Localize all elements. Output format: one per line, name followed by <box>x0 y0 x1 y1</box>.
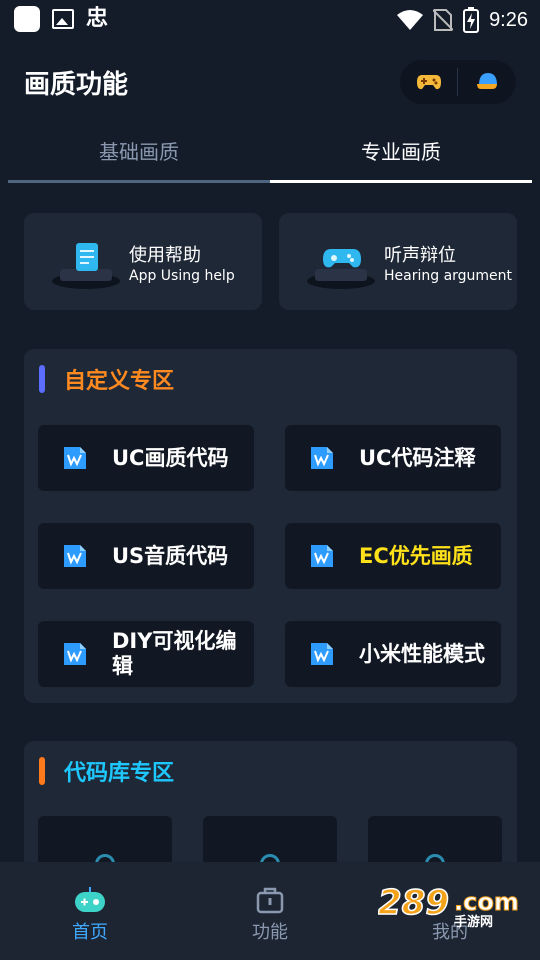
tile-label: UC代码注释 <box>359 445 476 470</box>
tile-uc-code-notes[interactable]: UC代码注释 <box>285 425 501 491</box>
tile-ec-priority-quality[interactable]: EC优先画质 <box>285 523 501 589</box>
wps-document-icon <box>64 447 86 469</box>
tile-label: US音质代码 <box>112 543 229 568</box>
svg-text:手游网: 手游网 <box>454 914 493 930</box>
briefcase-icon <box>256 887 284 914</box>
tab-basic-quality[interactable]: 基础画质 <box>8 120 270 180</box>
help-card-usage[interactable]: 使用帮助 App Using help <box>24 213 262 310</box>
svg-text:289: 289 <box>378 883 449 923</box>
bell-icon <box>477 73 497 89</box>
game-mode-button[interactable] <box>400 60 458 104</box>
nav-label: 首页 <box>72 922 108 943</box>
wps-document-icon <box>311 643 333 665</box>
notification-button[interactable] <box>458 60 516 104</box>
tab-indicator-active <box>270 180 532 183</box>
app-header: 画质功能 <box>0 50 540 114</box>
tile-xiaomi-performance[interactable]: 小米性能模式 <box>285 621 501 687</box>
wps-document-icon <box>64 545 86 567</box>
wps-document-icon <box>64 643 86 665</box>
app-notification-icon <box>14 6 40 32</box>
header-action-capsule <box>400 60 516 104</box>
tile-label: UC画质代码 <box>112 445 229 470</box>
no-sim-icon <box>433 9 454 31</box>
tile-label: DIY可视化编辑 <box>112 629 237 678</box>
nav-label: 功能 <box>252 922 288 943</box>
section-accent-bar <box>39 365 45 393</box>
help-card-subtitle: Hearing argument <box>384 268 513 284</box>
wps-document-icon <box>311 447 333 469</box>
help-document-icon <box>52 243 120 289</box>
battery-charging-icon <box>463 7 480 33</box>
nav-home[interactable]: 首页 <box>0 862 180 960</box>
watermark-logo: 289 .com 手游网 <box>378 882 519 930</box>
section-title: 代码库专区 <box>64 761 175 786</box>
page-title: 画质功能 <box>24 70 129 100</box>
tile-us-audio-code[interactable]: US音质代码 <box>38 523 254 589</box>
section-title: 自定义专区 <box>64 369 175 394</box>
image-notification-icon <box>52 9 74 29</box>
help-card-hearing[interactable]: 听声辩位 Hearing argument <box>279 213 517 310</box>
status-bar: 忠 9:26 <box>0 0 540 38</box>
tile-label-highlight: EC优先画质 <box>359 543 473 568</box>
tile-diy-visual-edit[interactable]: DIY可视化编辑 <box>38 621 254 687</box>
game-controller-icon <box>307 249 375 289</box>
custom-section: 自定义专区 UC画质代码 UC代码注释 US音质代码 EC优先画质 DIY可视化… <box>24 349 517 703</box>
help-card-title: 使用帮助 <box>129 245 201 266</box>
tile-label: 小米性能模式 <box>359 641 485 666</box>
help-card-subtitle: App Using help <box>129 268 235 284</box>
tile-uc-quality-code[interactable]: UC画质代码 <box>38 425 254 491</box>
quality-tabs: 基础画质 专业画质 <box>8 120 532 184</box>
nav-features[interactable]: 功能 <box>180 862 360 960</box>
notification-glyph: 忠 <box>86 6 109 31</box>
help-card-title: 听声辩位 <box>384 245 456 266</box>
gamepad-icon <box>417 75 441 90</box>
clock: 9:26 <box>489 8 528 31</box>
home-robot-icon <box>75 887 105 912</box>
tab-pro-quality[interactable]: 专业画质 <box>270 120 532 180</box>
tab-indicator-inactive <box>8 180 270 183</box>
section-accent-bar <box>39 757 45 785</box>
wps-document-icon <box>311 545 333 567</box>
svg-text:.com: .com <box>454 888 519 916</box>
wifi-icon <box>397 10 424 30</box>
